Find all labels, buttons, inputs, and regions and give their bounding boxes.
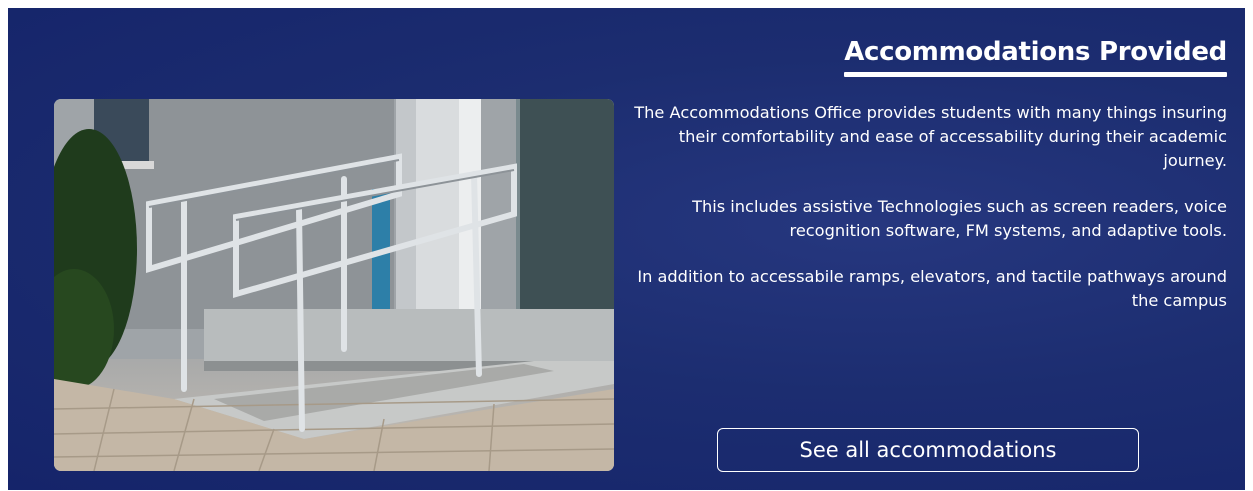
description-block: The Accommodations Office provides stude… <box>627 101 1227 335</box>
accommodations-section: Accommodations Provided The Accommodatio… <box>8 8 1245 490</box>
heading-underline <box>844 72 1227 77</box>
heading-block: Accommodations Provided <box>844 36 1227 77</box>
description-paragraph-2: This includes assistive Technologies suc… <box>692 197 1227 240</box>
description-paragraph-3: In addition to accessabile ramps, elevat… <box>637 267 1227 310</box>
section-heading: Accommodations Provided <box>844 37 1227 67</box>
description-paragraph-1: The Accommodations Office provides stude… <box>634 103 1227 170</box>
ramp-photo <box>54 99 614 471</box>
see-all-accommodations-button[interactable]: See all accommodations <box>717 428 1139 472</box>
ramp-illustration <box>54 99 614 471</box>
